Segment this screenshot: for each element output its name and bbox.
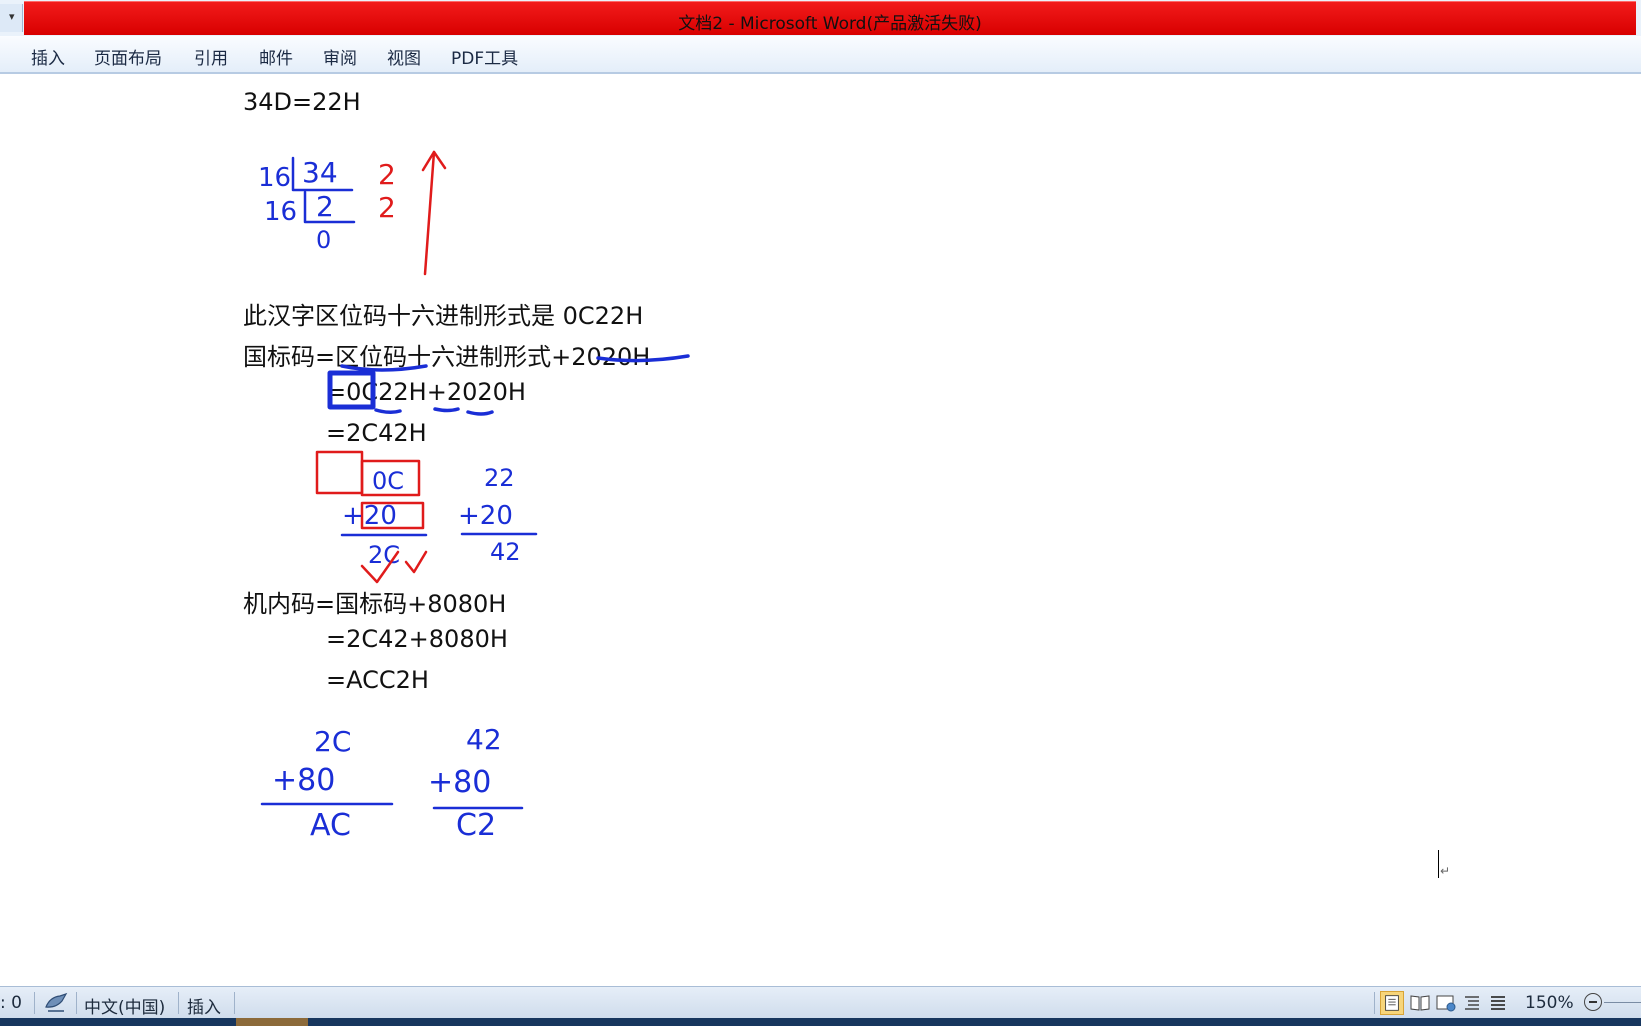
hw-sum4-top: 42 (466, 723, 502, 756)
division-remainders: 2 2 (378, 158, 396, 224)
hw-sum2-result: 42 (490, 538, 521, 566)
hw-sum4-bottom: +80 (428, 765, 491, 800)
status-separator (234, 992, 235, 1014)
proofing-icon[interactable] (42, 991, 70, 1015)
hw-divisor-1: 16 (258, 163, 291, 193)
underline-marks (340, 354, 690, 416)
tab-mailings[interactable]: 邮件 (259, 44, 293, 69)
hw-sum2-bottom: +20 (458, 501, 513, 531)
handwriting-overlay: 16 34 16 2 0 2 2 0C +20 2C 22 +20 42 2C … (258, 150, 690, 843)
window-title: 文档2 - Microsoft Word(产品激活失败) (678, 14, 982, 34)
quick-access-toolbar[interactable]: ▾ (0, 4, 23, 32)
word-window: ▾ 文档2 - Microsoft Word(产品激活失败) ​ 插入 页面布局… (0, 0, 1641, 1026)
status-bar: : 0 中文(中国) 插入 150% (0, 986, 1641, 1019)
zoom-slider[interactable] (1604, 1002, 1641, 1003)
sum-2: 22 +20 42 (458, 464, 521, 566)
word-count[interactable]: : 0 (0, 993, 22, 1013)
division-work: 16 34 16 2 0 (258, 156, 338, 254)
hw-quotient-1: 2 (316, 190, 334, 223)
print-layout-view-icon[interactable] (1380, 991, 1404, 1015)
hw-sum3-top: 2C (314, 725, 351, 758)
hw-sum2-top: 22 (484, 464, 515, 492)
hw-sum1-top: 0C (372, 467, 404, 495)
sum-1: 0C +20 2C (342, 467, 404, 569)
status-separator (1374, 992, 1375, 1014)
chevron-down-icon[interactable]: ▾ (9, 10, 15, 23)
hw-dividend-1: 34 (302, 156, 338, 189)
taskbar-strip (0, 1018, 1641, 1026)
hw-quotient-2: 0 (316, 226, 331, 254)
zoom-out-button[interactable] (1584, 993, 1602, 1011)
text-cursor (1438, 850, 1439, 878)
taskbar-item[interactable] (236, 1018, 308, 1026)
tab-page-layout[interactable]: 页面布局 (94, 44, 162, 69)
draft-view-icon[interactable] (1486, 991, 1510, 1015)
full-screen-reading-view-icon[interactable] (1408, 991, 1432, 1015)
hw-remainder-2: 2 (378, 191, 396, 224)
hw-sum1-bottom: +20 (342, 501, 397, 531)
status-separator (76, 992, 77, 1014)
status-separator (34, 992, 35, 1014)
sum-4: 42 +80 C2 (428, 723, 502, 843)
tab-insert[interactable]: 插入 (31, 44, 65, 69)
document-page[interactable]: 34D=22H 此汉字区位码十六进制形式是 0C22H 国标码=区位码十六进制形… (0, 74, 1641, 986)
hw-sum3-bottom: +80 (272, 763, 335, 798)
title-bar-highlight: 文档2 - Microsoft Word(产品激活失败) (24, 1, 1636, 35)
status-separator (178, 992, 179, 1014)
hw-divisor-2: 16 (264, 197, 297, 227)
title-bar: ▾ 文档2 - Microsoft Word(产品激活失败) (0, 0, 1641, 36)
tab-view[interactable]: 视图 (387, 44, 421, 69)
zoom-level[interactable]: 150% (1525, 993, 1574, 1013)
tab-references[interactable]: 引用 (194, 44, 228, 69)
hw-remainder-1: 2 (378, 158, 396, 191)
outline-view-icon[interactable] (1460, 991, 1484, 1015)
ribbon-tabs: ​ 插入 页面布局 引用 邮件 审阅 视图 PDF工具 (0, 36, 1641, 74)
highlight-box (327, 370, 376, 410)
sum-3: 2C +80 AC (272, 725, 351, 843)
insert-mode-indicator[interactable]: 插入 (187, 993, 221, 1018)
web-layout-view-icon[interactable] (1434, 991, 1458, 1015)
arrow-up-icon (421, 150, 447, 276)
hw-sum3-result: AC (310, 808, 351, 843)
paragraph-mark-icon: ↵ (1440, 864, 1451, 878)
hw-sum4-result: C2 (456, 808, 496, 843)
language-indicator[interactable]: 中文(中国) (84, 993, 165, 1018)
tab-review[interactable]: 审阅 (323, 44, 357, 69)
tab-pdf-tools[interactable]: PDF工具 (451, 44, 518, 69)
